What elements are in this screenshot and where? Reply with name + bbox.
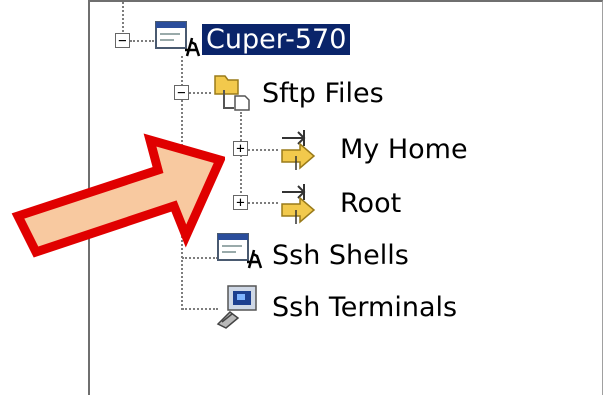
- tree-connector: [130, 40, 154, 42]
- node-label: Sftp Files: [262, 77, 384, 109]
- tree-connector: [248, 202, 278, 204]
- tree-node-ssh-shells[interactable]: Ssh Shells: [268, 234, 413, 276]
- node-label: Root: [340, 187, 402, 219]
- collapse-toggle-sftp[interactable]: −: [174, 85, 189, 100]
- mapped-folder-arrow-icon: [281, 184, 316, 224]
- tree-connector: [240, 112, 242, 204]
- node-label: Ssh Terminals: [272, 291, 458, 323]
- tree-node-sftp-files[interactable]: Sftp Files: [258, 72, 388, 114]
- mapped-folder-arrow-icon: [281, 130, 316, 170]
- tree-connector: [122, 2, 124, 32]
- node-label: Ssh Shells: [272, 239, 409, 271]
- computer-icon: [155, 21, 201, 57]
- terminal-icon: [216, 285, 257, 329]
- annotation-arrow: [11, 133, 225, 258]
- tree-node-cuper-570[interactable]: Cuper-570: [200, 18, 352, 60]
- tree-node-my-home[interactable]: My Home: [336, 128, 472, 170]
- node-label: Cuper-570: [200, 22, 352, 56]
- collapse-toggle-cuper[interactable]: −: [115, 33, 130, 48]
- folder-file-icon: [214, 75, 250, 111]
- tree-connector: [189, 92, 211, 94]
- tree-connector: [182, 308, 218, 310]
- node-label: My Home: [340, 133, 468, 165]
- expand-toggle-my-home[interactable]: +: [233, 141, 248, 156]
- expand-toggle-root[interactable]: +: [233, 195, 248, 210]
- tree-node-root[interactable]: Root: [336, 182, 405, 224]
- tree-node-ssh-terminals[interactable]: Ssh Terminals: [268, 286, 461, 328]
- tree-connector: [248, 149, 278, 151]
